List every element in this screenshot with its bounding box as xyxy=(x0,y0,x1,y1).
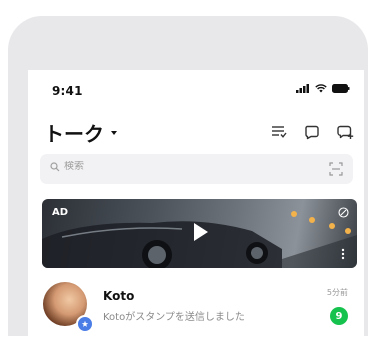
chat-list-item[interactable]: Koto Kotoがスタンプを送信しました 5分前 9 xyxy=(28,275,364,335)
page-title-switcher[interactable]: トーク xyxy=(44,118,117,147)
header-actions xyxy=(269,122,355,142)
search-input[interactable] xyxy=(64,161,284,172)
unread-count-badge: 9 xyxy=(330,307,348,325)
search-bar[interactable] xyxy=(40,154,353,184)
wifi-icon xyxy=(315,84,327,93)
status-icons xyxy=(296,84,350,93)
status-time: 9:41 xyxy=(52,84,83,98)
app-screen: 9:41 トーク 検索 AD Koto Kotoがスタンプを送信しました 5分前… xyxy=(28,70,364,340)
chat-timestamp: 5分前 xyxy=(326,288,348,297)
sort-icon[interactable] xyxy=(269,122,289,142)
chat-bubble-icon[interactable] xyxy=(302,122,322,142)
ad-banner[interactable]: AD xyxy=(42,199,357,268)
battery-icon xyxy=(332,84,350,93)
search-icon xyxy=(50,162,60,172)
ad-label: AD xyxy=(52,207,69,218)
chat-name: Koto xyxy=(103,289,135,303)
status-bar: 9:41 xyxy=(28,70,364,110)
close-circle-icon[interactable] xyxy=(338,207,349,218)
official-badge-icon xyxy=(76,315,94,333)
more-vert-icon[interactable] xyxy=(341,248,345,260)
page-header: トーク xyxy=(28,114,364,146)
signal-icon xyxy=(296,84,309,93)
qr-scan-icon[interactable] xyxy=(329,162,343,176)
new-chat-icon[interactable] xyxy=(335,122,355,142)
play-icon[interactable] xyxy=(194,223,208,241)
page-title: トーク xyxy=(44,122,104,146)
phone-frame: 9:41 トーク 検索 AD Koto Kotoがスタンプを送信しました 5分前… xyxy=(8,16,368,340)
chevron-down-icon xyxy=(111,130,117,135)
chat-last-message: Kotoがスタンプを送信しました xyxy=(103,312,245,323)
